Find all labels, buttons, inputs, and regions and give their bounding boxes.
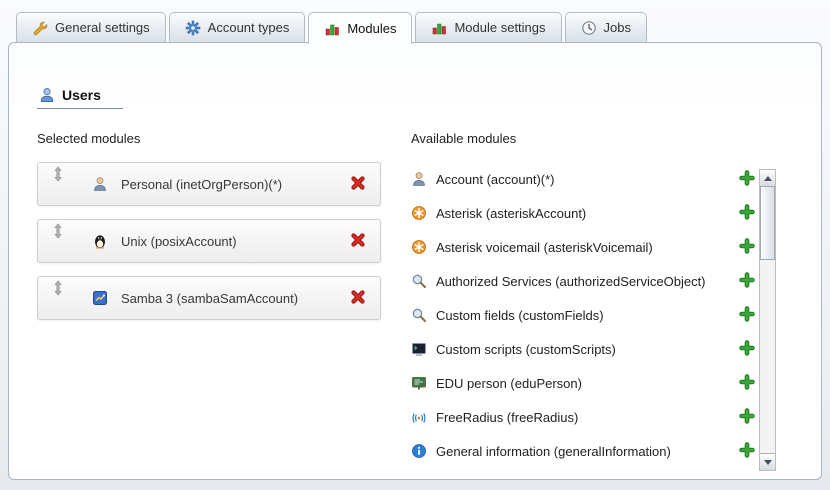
green-plus-icon (739, 272, 755, 288)
gear-icon (185, 20, 201, 36)
red-x-icon (350, 232, 366, 248)
add-module-button[interactable] (739, 170, 757, 188)
green-plus-icon (739, 408, 755, 424)
add-module-button[interactable] (739, 340, 757, 358)
tab-jobs[interactable]: Jobs (565, 12, 647, 42)
info-icon (411, 443, 427, 459)
drag-handle-icon[interactable] (50, 280, 66, 296)
selected-module-row-unix[interactable]: Unix (posixAccount) (37, 219, 381, 263)
red-x-icon (350, 289, 366, 305)
remove-module-button[interactable] (350, 289, 368, 307)
red-x-icon (350, 175, 366, 191)
add-module-button[interactable] (739, 408, 757, 426)
tab-label: General settings (55, 20, 150, 35)
tab-label: Module settings (454, 20, 545, 35)
available-modules-scrollbar[interactable] (759, 169, 776, 471)
tux-penguin-icon (92, 233, 108, 249)
selected-modules-heading: Selected modules (37, 131, 381, 146)
tab-account-types[interactable]: Account types (169, 12, 306, 42)
available-module-row-general-information: General information (generalInformation) (411, 434, 759, 468)
available-module-row-custom-fields: Custom fields (customFields) (411, 298, 759, 332)
tab-label: Account types (208, 20, 290, 35)
available-module-row-custom-scripts: Custom scripts (customScripts) (411, 332, 759, 366)
drag-handle-icon[interactable] (50, 166, 66, 182)
module-name: Authorized Services (authorizedServiceOb… (436, 274, 706, 289)
module-name: Unix (posixAccount) (121, 234, 350, 249)
available-module-row-freeradius: FreeRadius (freeRadius) (411, 400, 759, 434)
tab-modules[interactable]: Modules (308, 12, 412, 44)
selected-module-row-samba[interactable]: Samba 3 (sambaSamAccount) (37, 276, 381, 320)
users-section-heading: Users (37, 87, 123, 109)
arrow-up-icon (764, 176, 772, 181)
module-name: Asterisk (asteriskAccount) (436, 206, 586, 221)
add-module-button[interactable] (739, 306, 757, 324)
tab-label: Modules (347, 21, 396, 36)
module-name: Samba 3 (sambaSamAccount) (121, 291, 350, 306)
person-icon (411, 171, 427, 187)
green-plus-icon (739, 374, 755, 390)
asterisk-icon (411, 205, 427, 221)
green-plus-icon (739, 442, 755, 458)
modules-chart-icon (324, 21, 340, 37)
terminal-icon (411, 341, 427, 357)
module-name: Asterisk voicemail (asteriskVoicemail) (436, 240, 653, 255)
scrollbar-thumb[interactable] (760, 186, 775, 260)
clock-icon (581, 20, 597, 36)
available-module-row-asterisk: Asterisk (asteriskAccount) (411, 196, 759, 230)
magnifier-icon (411, 307, 427, 323)
available-module-row-account: Account (account)(*) (411, 162, 759, 196)
available-module-row-asterisk-voicemail: Asterisk voicemail (asteriskVoicemail) (411, 230, 759, 264)
green-plus-icon (739, 306, 755, 322)
green-plus-icon (739, 238, 755, 254)
magnifier-icon (411, 273, 427, 289)
add-module-button[interactable] (739, 272, 757, 290)
person-icon (92, 176, 108, 192)
remove-module-button[interactable] (350, 232, 368, 250)
remove-module-button[interactable] (350, 175, 368, 193)
module-name: Custom fields (customFields) (436, 308, 604, 323)
tab-label: Jobs (604, 20, 631, 35)
available-module-row-edu-person: EDU person (eduPerson) (411, 366, 759, 400)
green-plus-icon (739, 204, 755, 220)
module-name: EDU person (eduPerson) (436, 376, 582, 391)
selected-modules-column: Selected modules Personal (inetOrgPerson… (37, 131, 381, 333)
add-module-button[interactable] (739, 442, 757, 460)
tab-module-settings[interactable]: Module settings (415, 12, 561, 42)
module-name: FreeRadius (freeRadius) (436, 410, 578, 425)
user-icon (39, 87, 55, 103)
scroll-down-button[interactable] (760, 453, 775, 470)
content-panel: Users Selected modules Personal (inetOrg… (8, 42, 822, 480)
module-name: General information (generalInformation) (436, 444, 671, 459)
radio-waves-icon (411, 409, 427, 425)
tab-general-settings[interactable]: General settings (16, 12, 166, 42)
lam-configuration-page: General settings Account types Modules M… (0, 0, 830, 490)
add-module-button[interactable] (739, 204, 757, 222)
asterisk-icon (411, 239, 427, 255)
scroll-up-button[interactable] (760, 170, 775, 187)
add-module-button[interactable] (739, 238, 757, 256)
samba-icon (92, 290, 108, 306)
drag-handle-icon[interactable] (50, 223, 66, 239)
arrow-down-icon (764, 460, 772, 465)
available-modules-heading: Available modules (411, 131, 759, 146)
green-plus-icon (739, 340, 755, 356)
module-name: Personal (inetOrgPerson)(*) (121, 177, 350, 192)
section-title: Users (62, 87, 101, 103)
module-name: Account (account)(*) (436, 172, 555, 187)
available-module-row-authorized-services: Authorized Services (authorizedServiceOb… (411, 264, 759, 298)
module-name: Custom scripts (customScripts) (436, 342, 616, 357)
add-module-button[interactable] (739, 374, 757, 392)
available-modules-column: Available modules Account (account)(*) A… (411, 131, 759, 468)
blackboard-icon (411, 375, 427, 391)
wrench-icon (32, 20, 48, 36)
tab-bar: General settings Account types Modules M… (16, 12, 647, 42)
modules-chart-icon (431, 20, 447, 36)
selected-module-row-personal[interactable]: Personal (inetOrgPerson)(*) (37, 162, 381, 206)
green-plus-icon (739, 170, 755, 186)
